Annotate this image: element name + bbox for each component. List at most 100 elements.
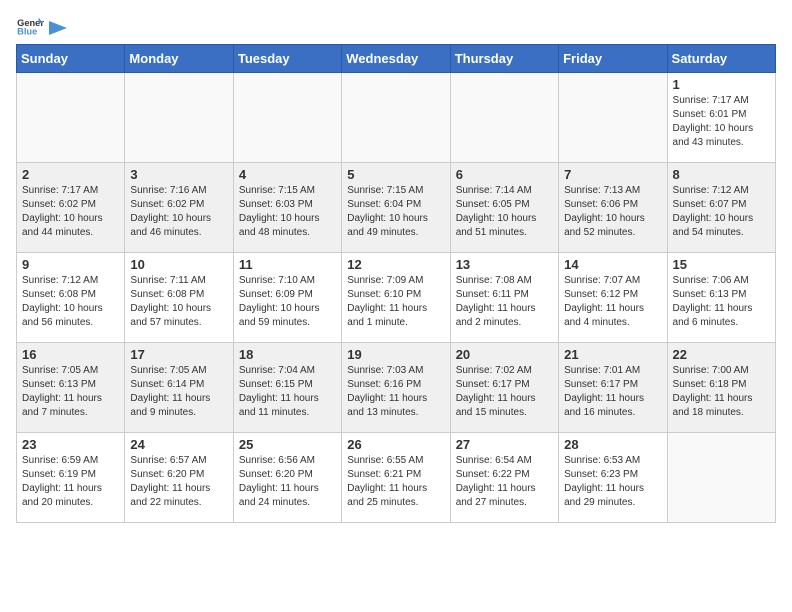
weekday-header-wednesday: Wednesday bbox=[342, 45, 450, 73]
day-info: Sunrise: 7:01 AM Sunset: 6:17 PM Dayligh… bbox=[564, 364, 661, 420]
calendar-cell bbox=[559, 73, 667, 163]
day-number: 2 bbox=[22, 167, 119, 182]
calendar-cell: 22 Sunrise: 7:00 AM Sunset: 6:18 PM Dayli… bbox=[667, 343, 775, 433]
calendar-cell: 11 Sunrise: 7:10 AM Sunset: 6:09 PM Dayli… bbox=[233, 253, 341, 343]
day-info: Sunrise: 7:02 AM Sunset: 6:17 PM Dayligh… bbox=[456, 364, 553, 420]
day-info: Sunrise: 7:07 AM Sunset: 6:12 PM Dayligh… bbox=[564, 274, 661, 330]
calendar-cell: 15 Sunrise: 7:06 AM Sunset: 6:13 PM Dayli… bbox=[667, 253, 775, 343]
day-info: Sunrise: 7:16 AM Sunset: 6:02 PM Dayligh… bbox=[130, 184, 227, 240]
day-info: Sunrise: 6:53 AM Sunset: 6:23 PM Dayligh… bbox=[564, 454, 661, 510]
day-info: Sunrise: 6:59 AM Sunset: 6:19 PM Dayligh… bbox=[22, 454, 119, 510]
svg-text:Blue: Blue bbox=[17, 27, 37, 36]
day-number: 7 bbox=[564, 167, 661, 182]
day-number: 28 bbox=[564, 437, 661, 452]
day-info: Sunrise: 7:14 AM Sunset: 6:05 PM Dayligh… bbox=[456, 184, 553, 240]
calendar-cell: 3 Sunrise: 7:16 AM Sunset: 6:02 PM Daylig… bbox=[125, 163, 233, 253]
calendar-cell: 23 Sunrise: 6:59 AM Sunset: 6:19 PM Dayli… bbox=[17, 433, 125, 523]
day-number: 1 bbox=[673, 77, 770, 92]
day-info: Sunrise: 7:05 AM Sunset: 6:14 PM Dayligh… bbox=[130, 364, 227, 420]
day-info: Sunrise: 7:04 AM Sunset: 6:15 PM Dayligh… bbox=[239, 364, 336, 420]
day-info: Sunrise: 7:05 AM Sunset: 6:13 PM Dayligh… bbox=[22, 364, 119, 420]
calendar-cell bbox=[342, 73, 450, 163]
day-info: Sunrise: 7:08 AM Sunset: 6:11 PM Dayligh… bbox=[456, 274, 553, 330]
page-header: General Blue bbox=[16, 16, 776, 36]
calendar-week-row: 23 Sunrise: 6:59 AM Sunset: 6:19 PM Dayli… bbox=[17, 433, 776, 523]
calendar-cell: 27Sunrise: 6:54 AM Sunset: 6:22 PM Dayli… bbox=[450, 433, 558, 523]
day-number: 26 bbox=[347, 437, 444, 452]
day-info: Sunrise: 7:17 AM Sunset: 6:01 PM Dayligh… bbox=[673, 94, 770, 150]
day-number: 4 bbox=[239, 167, 336, 182]
day-number: 21 bbox=[564, 347, 661, 362]
day-info: Sunrise: 7:09 AM Sunset: 6:10 PM Dayligh… bbox=[347, 274, 444, 330]
calendar-table: SundayMondayTuesdayWednesdayThursdayFrid… bbox=[16, 44, 776, 523]
logo-arrow-icon bbox=[49, 21, 67, 35]
calendar-cell: 10 Sunrise: 7:11 AM Sunset: 6:08 PM Dayli… bbox=[125, 253, 233, 343]
weekday-header-sunday: Sunday bbox=[17, 45, 125, 73]
day-number: 20 bbox=[456, 347, 553, 362]
calendar-cell: 5 Sunrise: 7:15 AM Sunset: 6:04 PM Daylig… bbox=[342, 163, 450, 253]
day-number: 11 bbox=[239, 257, 336, 272]
day-number: 14 bbox=[564, 257, 661, 272]
calendar-cell: 16 Sunrise: 7:05 AM Sunset: 6:13 PM Dayli… bbox=[17, 343, 125, 433]
calendar-cell: 18 Sunrise: 7:04 AM Sunset: 6:15 PM Dayli… bbox=[233, 343, 341, 433]
calendar-cell: 9Sunrise: 7:12 AM Sunset: 6:08 PM Daylig… bbox=[17, 253, 125, 343]
calendar-cell bbox=[233, 73, 341, 163]
calendar-week-row: 2 Sunrise: 7:17 AM Sunset: 6:02 PM Daylig… bbox=[17, 163, 776, 253]
day-number: 15 bbox=[673, 257, 770, 272]
calendar-cell bbox=[667, 433, 775, 523]
weekday-header-saturday: Saturday bbox=[667, 45, 775, 73]
day-number: 3 bbox=[130, 167, 227, 182]
day-number: 5 bbox=[347, 167, 444, 182]
calendar-week-row: 9Sunrise: 7:12 AM Sunset: 6:08 PM Daylig… bbox=[17, 253, 776, 343]
day-info: Sunrise: 7:11 AM Sunset: 6:08 PM Dayligh… bbox=[130, 274, 227, 330]
calendar-cell: 6 Sunrise: 7:14 AM Sunset: 6:05 PM Daylig… bbox=[450, 163, 558, 253]
day-info: Sunrise: 6:55 AM Sunset: 6:21 PM Dayligh… bbox=[347, 454, 444, 510]
day-number: 10 bbox=[130, 257, 227, 272]
calendar-cell: 12Sunrise: 7:09 AM Sunset: 6:10 PM Dayli… bbox=[342, 253, 450, 343]
day-info: Sunrise: 7:12 AM Sunset: 6:08 PM Dayligh… bbox=[22, 274, 119, 330]
day-number: 23 bbox=[22, 437, 119, 452]
calendar-cell: 25 Sunrise: 6:56 AM Sunset: 6:20 PM Dayli… bbox=[233, 433, 341, 523]
day-info: Sunrise: 7:12 AM Sunset: 6:07 PM Dayligh… bbox=[673, 184, 770, 240]
day-number: 17 bbox=[130, 347, 227, 362]
weekday-header-tuesday: Tuesday bbox=[233, 45, 341, 73]
day-info: Sunrise: 7:17 AM Sunset: 6:02 PM Dayligh… bbox=[22, 184, 119, 240]
calendar-cell: 14 Sunrise: 7:07 AM Sunset: 6:12 PM Dayli… bbox=[559, 253, 667, 343]
day-info: Sunrise: 7:13 AM Sunset: 6:06 PM Dayligh… bbox=[564, 184, 661, 240]
calendar-cell: 24 Sunrise: 6:57 AM Sunset: 6:20 PM Dayli… bbox=[125, 433, 233, 523]
day-number: 22 bbox=[673, 347, 770, 362]
day-info: Sunrise: 7:15 AM Sunset: 6:04 PM Dayligh… bbox=[347, 184, 444, 240]
day-number: 19 bbox=[347, 347, 444, 362]
day-info: Sunrise: 6:56 AM Sunset: 6:20 PM Dayligh… bbox=[239, 454, 336, 510]
calendar-week-row: 1 Sunrise: 7:17 AM Sunset: 6:01 PM Daylig… bbox=[17, 73, 776, 163]
day-number: 13 bbox=[456, 257, 553, 272]
day-number: 8 bbox=[673, 167, 770, 182]
day-info: Sunrise: 7:15 AM Sunset: 6:03 PM Dayligh… bbox=[239, 184, 336, 240]
calendar-cell bbox=[450, 73, 558, 163]
calendar-cell: 8 Sunrise: 7:12 AM Sunset: 6:07 PM Daylig… bbox=[667, 163, 775, 253]
weekday-header-friday: Friday bbox=[559, 45, 667, 73]
calendar-cell: 20 Sunrise: 7:02 AM Sunset: 6:17 PM Dayli… bbox=[450, 343, 558, 433]
day-number: 25 bbox=[239, 437, 336, 452]
calendar-cell: 28 Sunrise: 6:53 AM Sunset: 6:23 PM Dayli… bbox=[559, 433, 667, 523]
day-number: 18 bbox=[239, 347, 336, 362]
day-info: Sunrise: 7:10 AM Sunset: 6:09 PM Dayligh… bbox=[239, 274, 336, 330]
day-number: 16 bbox=[22, 347, 119, 362]
weekday-header-row: SundayMondayTuesdayWednesdayThursdayFrid… bbox=[17, 45, 776, 73]
day-info: Sunrise: 6:54 AM Sunset: 6:22 PM Dayligh… bbox=[456, 454, 553, 510]
day-info: Sunrise: 7:00 AM Sunset: 6:18 PM Dayligh… bbox=[673, 364, 770, 420]
calendar-cell: 7 Sunrise: 7:13 AM Sunset: 6:06 PM Daylig… bbox=[559, 163, 667, 253]
day-info: Sunrise: 6:57 AM Sunset: 6:20 PM Dayligh… bbox=[130, 454, 227, 510]
calendar-cell: 26 Sunrise: 6:55 AM Sunset: 6:21 PM Dayli… bbox=[342, 433, 450, 523]
day-info: Sunrise: 7:06 AM Sunset: 6:13 PM Dayligh… bbox=[673, 274, 770, 330]
calendar-cell: 21 Sunrise: 7:01 AM Sunset: 6:17 PM Dayli… bbox=[559, 343, 667, 433]
calendar-cell bbox=[17, 73, 125, 163]
day-number: 6 bbox=[456, 167, 553, 182]
day-info: Sunrise: 7:03 AM Sunset: 6:16 PM Dayligh… bbox=[347, 364, 444, 420]
weekday-header-monday: Monday bbox=[125, 45, 233, 73]
day-number: 24 bbox=[130, 437, 227, 452]
calendar-cell: 13 Sunrise: 7:08 AM Sunset: 6:11 PM Dayli… bbox=[450, 253, 558, 343]
calendar-cell bbox=[125, 73, 233, 163]
calendar-cell: 2 Sunrise: 7:17 AM Sunset: 6:02 PM Daylig… bbox=[17, 163, 125, 253]
calendar-week-row: 16 Sunrise: 7:05 AM Sunset: 6:13 PM Dayli… bbox=[17, 343, 776, 433]
